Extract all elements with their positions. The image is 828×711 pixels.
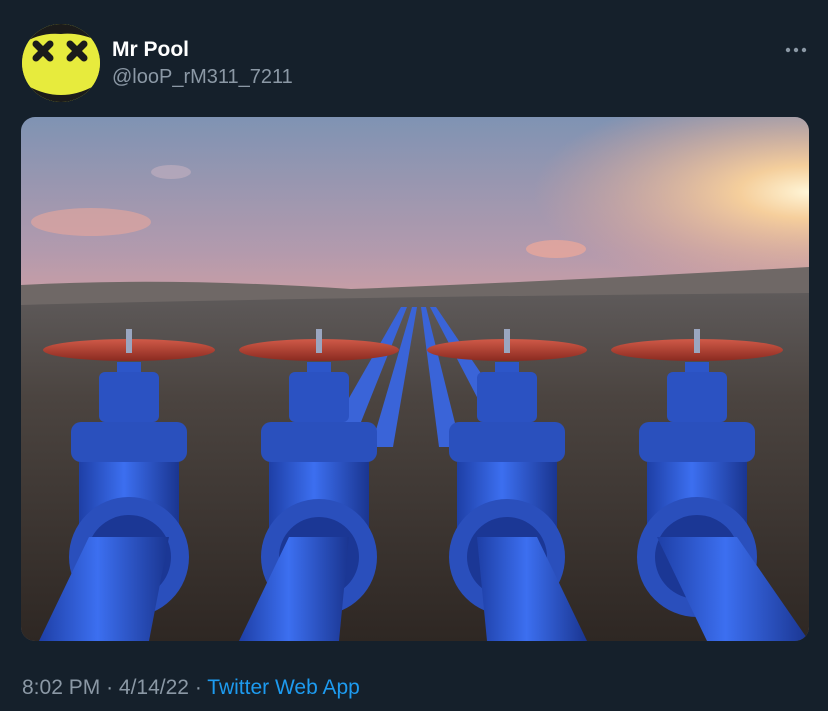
author-handle[interactable]: @looP_rM311_7211: [112, 66, 293, 89]
meta-separator: ·: [194, 676, 202, 699]
more-dots-icon: [785, 47, 807, 53]
tweet-meta: 8:02 PM · 4/14/22 · Twitter Web App: [22, 676, 360, 700]
more-options-button[interactable]: [781, 35, 811, 65]
yellow-face-icon: [22, 24, 100, 102]
tweet: Mr Pool @looP_rM311_7211 8:02 PM · 4/14/…: [0, 0, 828, 711]
tweet-source-link[interactable]: Twitter Web App: [207, 676, 360, 699]
tweet-time[interactable]: 8:02 PM: [22, 676, 100, 699]
author-display-name[interactable]: Mr Pool: [112, 38, 189, 62]
meta-separator: ·: [106, 676, 114, 699]
tweet-date[interactable]: 4/14/22: [119, 676, 189, 699]
tweet-photo[interactable]: [21, 117, 809, 641]
avatar[interactable]: [22, 24, 100, 102]
